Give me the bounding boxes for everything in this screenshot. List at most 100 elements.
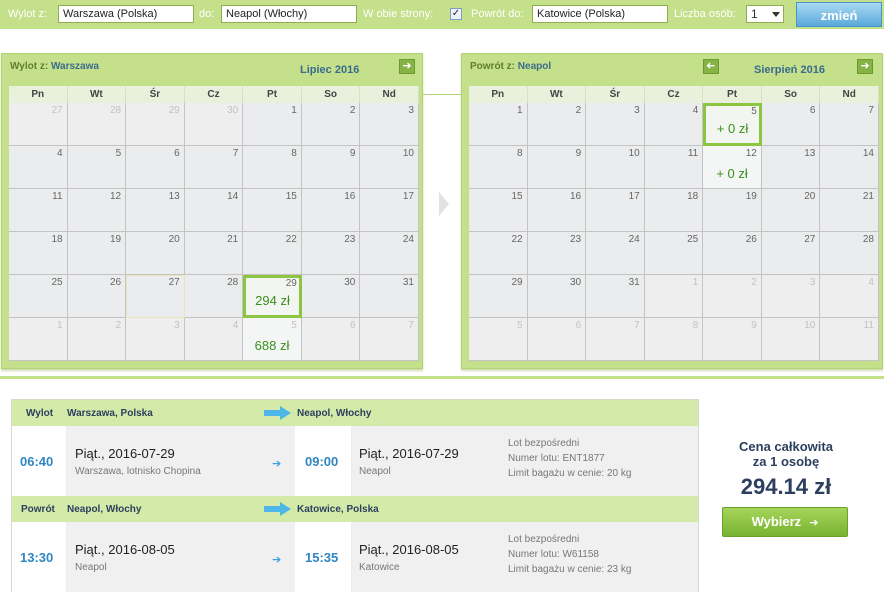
- calendar-day: 6: [301, 318, 361, 361]
- day-number: 25: [687, 234, 699, 245]
- calendar-day: 8: [469, 146, 528, 189]
- calendar-connector: [423, 94, 463, 95]
- weekday-label: Cz: [645, 86, 704, 103]
- calendar-week-row: 25 26 27 28 29 294 zł 30 31: [9, 275, 419, 318]
- inbound-to: Katowice, Polska: [297, 504, 379, 515]
- day-number: 27: [804, 234, 816, 245]
- day-number: 31: [628, 277, 640, 288]
- day-number: 27: [168, 277, 180, 288]
- day-number: 20: [804, 191, 816, 202]
- inbound-dep-details: Piąt., 2016-08-05 Neapol: [67, 522, 295, 592]
- day-number: 17: [628, 191, 640, 202]
- both-ways-checkbox[interactable]: ✓: [450, 8, 462, 20]
- outbound-baggage: Limit bagażu w cenie: 20 kg: [508, 468, 632, 479]
- calendar-day: 3: [586, 103, 645, 146]
- calendar-week-row: 22 23 24 25 26 27 28: [469, 232, 879, 275]
- calendar-day: 11: [644, 146, 704, 189]
- calendar-day: 5: [469, 318, 528, 361]
- calendar-day: 7: [184, 146, 244, 189]
- outbound-flight-info: Lot bezpośredni Numer lotu: ENT1877 Limi…: [508, 436, 631, 481]
- inbound-flight-info: Lot bezpośredni Numer lotu: W61158 Limit…: [508, 532, 631, 577]
- day-number: 28: [110, 105, 122, 116]
- weekday-label: Śr: [126, 86, 185, 103]
- outbound-segment-header: Wylot Warszawa, Polska Neapol, Włochy: [12, 400, 698, 426]
- day-number: 25: [51, 277, 63, 288]
- persons-value: 1: [751, 7, 758, 21]
- small-arrow-right-icon: ➔: [272, 458, 282, 470]
- inbound-direct: Lot bezpośredni: [508, 534, 580, 545]
- calendar-day: 8: [243, 146, 302, 189]
- calendar-day: 9: [301, 146, 361, 189]
- day-number: 4: [692, 105, 699, 116]
- day-number: 10: [402, 148, 414, 159]
- day-number: 15: [511, 191, 523, 202]
- calendar-day: 14: [184, 189, 244, 232]
- day-number: 16: [570, 191, 582, 202]
- change-search-button[interactable]: zmień: [796, 2, 882, 27]
- calendar-day: 8: [644, 318, 704, 361]
- calendar-day-with-price[interactable]: 29 294 zł: [243, 275, 302, 318]
- day-number: 30: [344, 277, 356, 288]
- weekday-label: So: [302, 86, 361, 103]
- day-number: 11: [687, 148, 699, 159]
- prev-month-button[interactable]: ➜: [703, 59, 719, 74]
- calendar-day: 28: [820, 232, 879, 275]
- day-number: 1: [692, 277, 699, 288]
- outbound-segment: 06:40 Piąt., 2016-07-29 Warszawa, lotnis…: [12, 426, 698, 496]
- inbound-dep-date: Piąt., 2016-08-05: [75, 542, 175, 557]
- day-number: 29: [168, 105, 180, 116]
- outbound-arr-place: Neapol: [359, 466, 391, 477]
- calendar-day: 26: [703, 232, 762, 275]
- from-input[interactable]: Warszawa (Polska): [58, 5, 194, 23]
- day-number: 11: [52, 191, 63, 202]
- outbound-calendar-header: Wylot z: Warszawa Lipiec 2016 ➜: [2, 54, 422, 84]
- calendar-day-with-price[interactable]: 5 + 0 zł: [703, 103, 762, 146]
- day-number: 4: [232, 320, 239, 331]
- arrow-right-icon: ➜: [860, 60, 870, 72]
- day-number: 24: [402, 234, 414, 245]
- calendar-day: 21: [184, 232, 244, 275]
- next-month-button[interactable]: ➜: [399, 59, 415, 74]
- calendar-day: 5: [67, 146, 127, 189]
- calendar-day-with-price[interactable]: 12 + 0 zł: [703, 146, 762, 189]
- day-number: 3: [809, 277, 816, 288]
- inbound-arr-date: Piąt., 2016-08-05: [359, 542, 459, 557]
- calendar-day: 11: [820, 318, 879, 361]
- outbound-arr-date-value: 2016-07-29: [392, 446, 459, 461]
- choose-button-label: Wybierz: [751, 514, 802, 529]
- persons-select[interactable]: 1: [746, 5, 784, 23]
- return-input[interactable]: Katowice (Polska): [532, 5, 668, 23]
- both-ways-label: W obie strony:: [363, 8, 434, 20]
- day-number: 13: [804, 148, 816, 159]
- calendar-day: 15: [243, 189, 302, 232]
- calendar-day: 20: [761, 189, 821, 232]
- calendar-day: 31: [360, 275, 419, 318]
- day-price: 294 zł: [255, 293, 290, 308]
- calendar-day: 2: [703, 275, 762, 318]
- calendar-week-row: 4 5 6 7 8 9 10: [9, 146, 419, 189]
- day-number: 22: [511, 234, 523, 245]
- day-number: 10: [804, 320, 816, 331]
- day-number: 26: [745, 234, 757, 245]
- day-number: 1: [57, 320, 63, 331]
- calendar-day: 1: [469, 103, 528, 146]
- next-month-button[interactable]: ➜: [857, 59, 873, 74]
- inbound-segment-header: Powrót Neapol, Włochy Katowice, Polska: [12, 496, 698, 522]
- calendar-day: 30: [527, 275, 587, 318]
- day-number: 5: [517, 320, 523, 331]
- inbound-dep-time: 13:30: [20, 550, 54, 565]
- choose-button[interactable]: Wybierz ➔: [722, 507, 848, 537]
- day-number: 28: [227, 277, 239, 288]
- day-number: 2: [751, 277, 757, 288]
- calendar-day: 4: [820, 275, 879, 318]
- day-number: 1: [517, 105, 523, 116]
- calendar-day: 23: [301, 232, 361, 275]
- day-number: 16: [344, 191, 356, 202]
- calendar-day: 19: [67, 232, 127, 275]
- day-number: 29: [511, 277, 523, 288]
- day-number: 18: [687, 191, 699, 202]
- weekday-label: Pt: [243, 86, 302, 103]
- to-input[interactable]: Neapol (Włochy): [221, 5, 357, 23]
- day-number: 8: [291, 148, 297, 159]
- calendar-day-with-price[interactable]: 5 688 zł: [243, 318, 302, 361]
